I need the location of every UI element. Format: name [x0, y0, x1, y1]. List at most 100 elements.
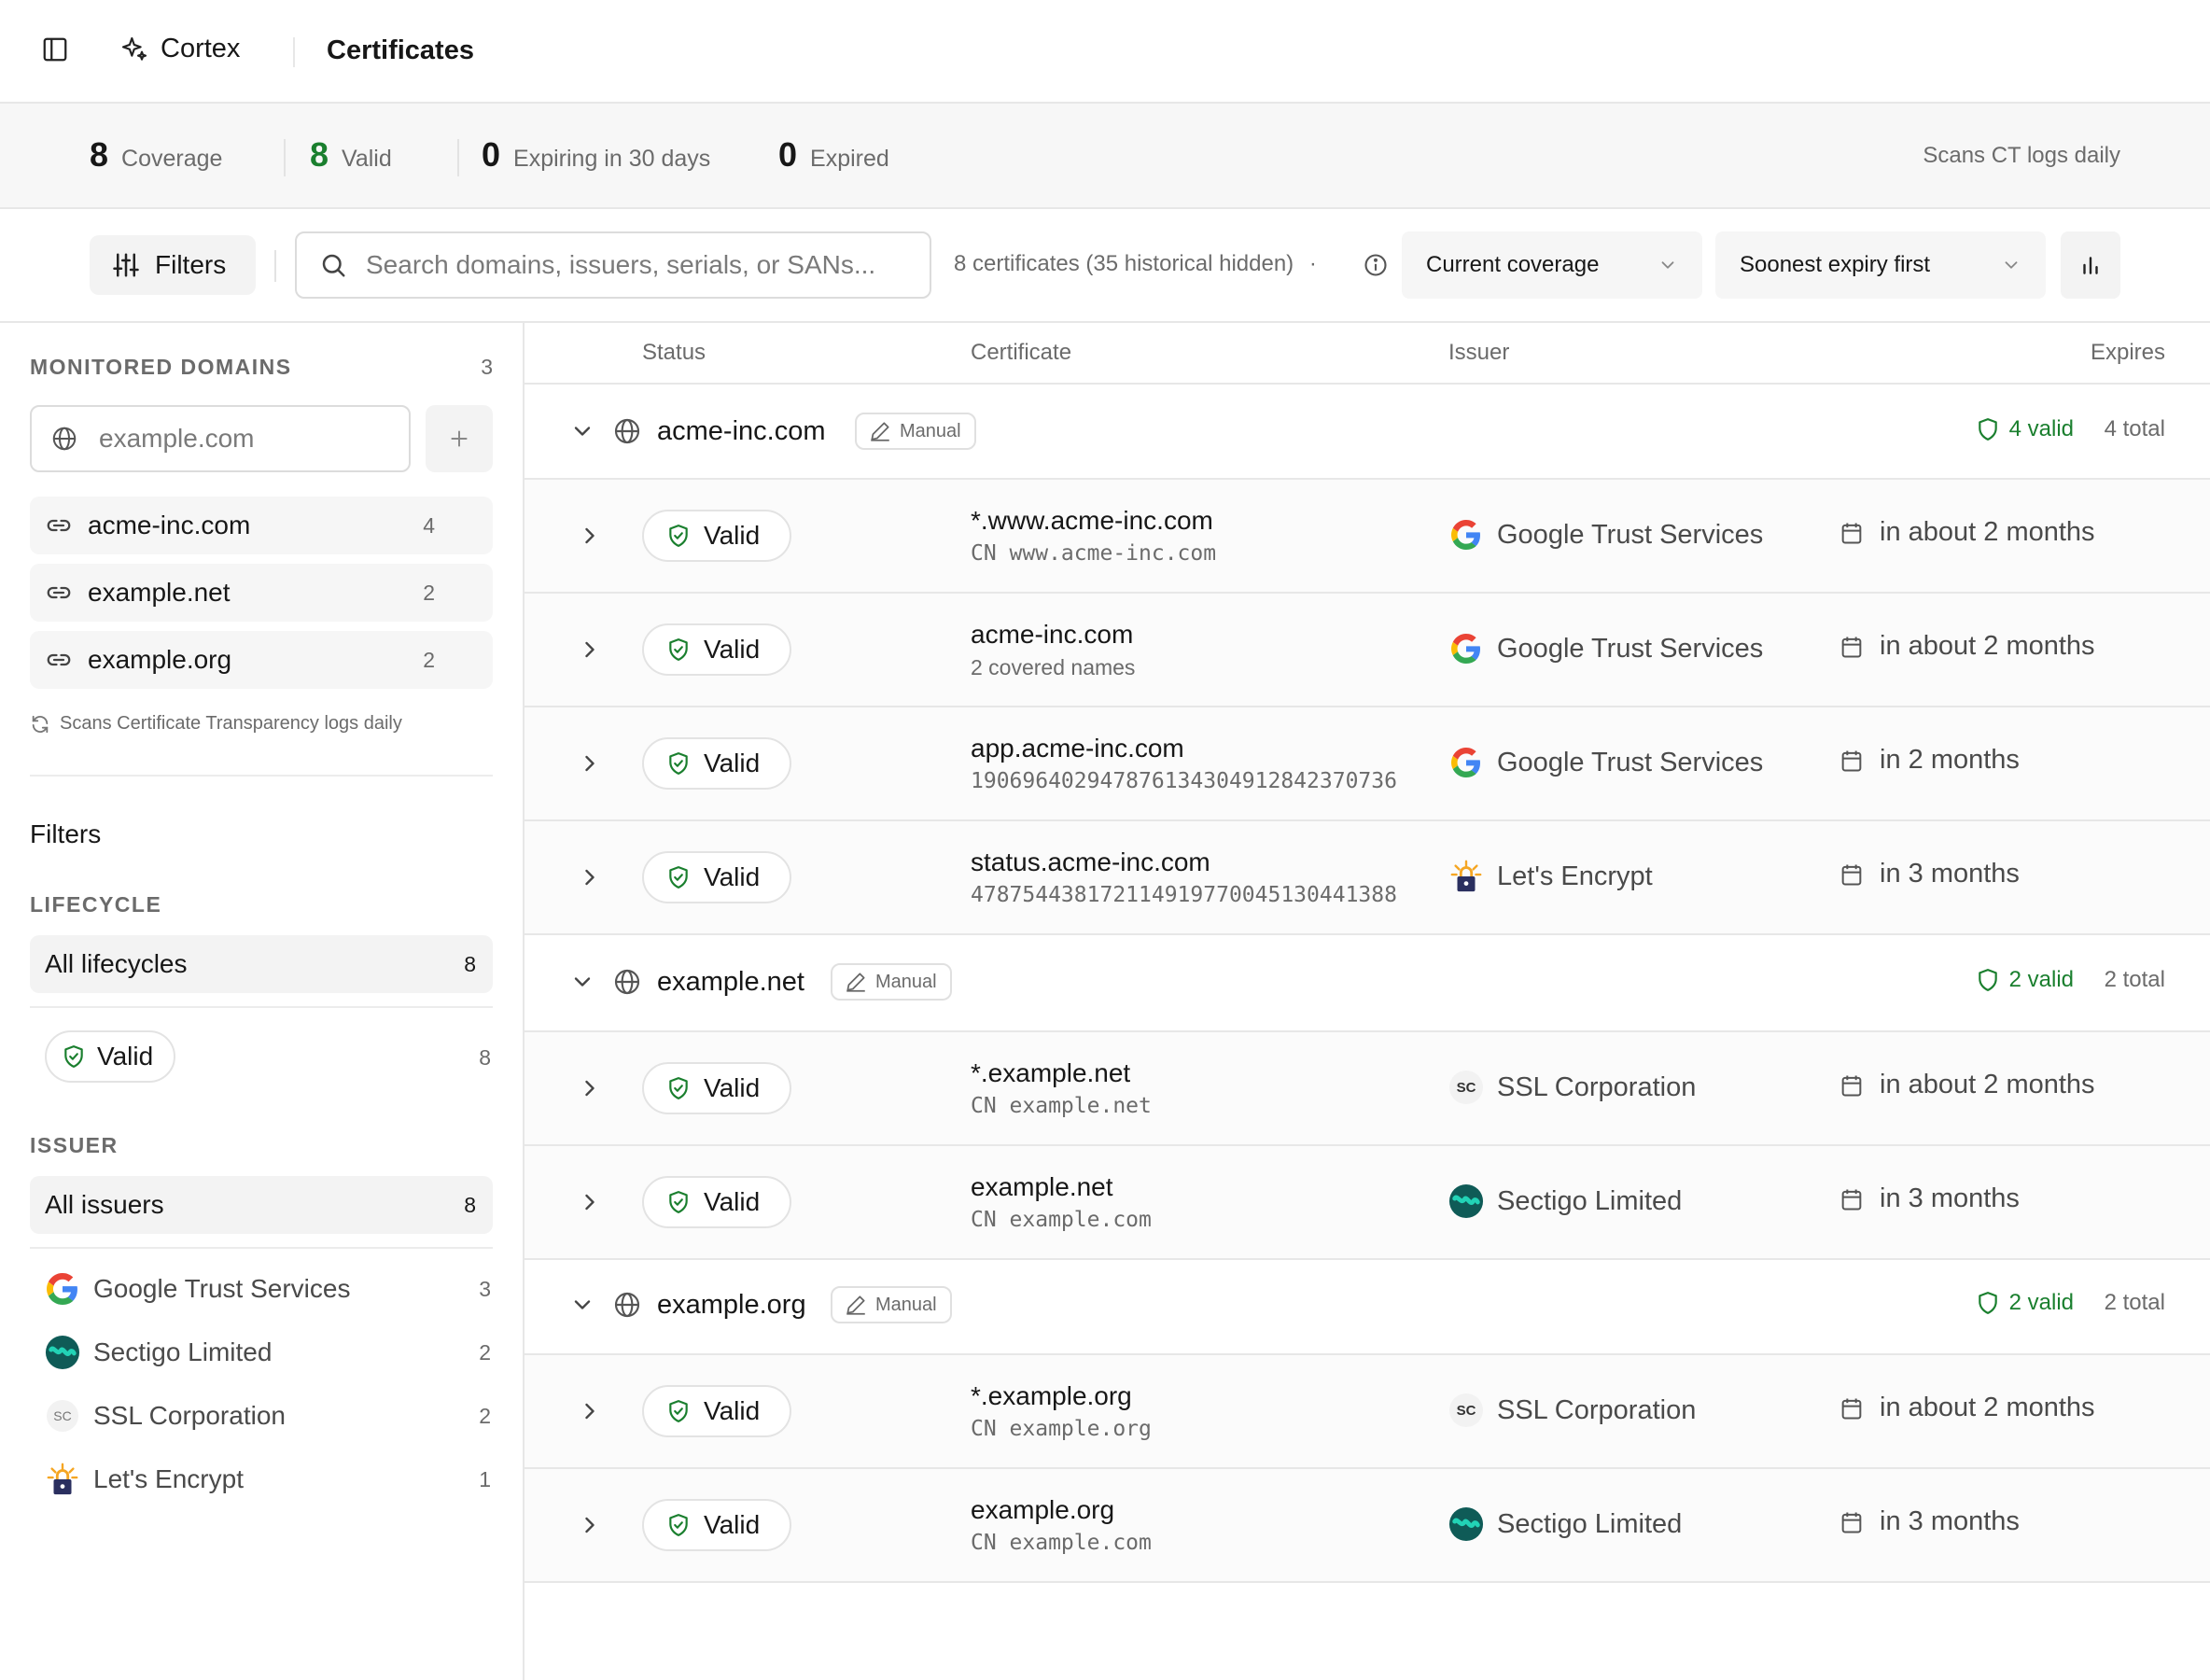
coverage-select[interactable]: Current coverage [1402, 231, 1702, 299]
expires-cell: in 3 months [1839, 1183, 2020, 1214]
globe-icon [612, 967, 642, 997]
filter-all-issuers[interactable]: All issuers 8 [30, 1176, 493, 1234]
info-icon[interactable] [1363, 252, 1389, 278]
chevron-right-icon[interactable] [577, 750, 603, 777]
pencil-icon [868, 419, 892, 443]
filter-count: 8 [464, 951, 476, 976]
lifecycle-heading: LIFECYCLE [30, 892, 162, 917]
domain-group-acme-inc[interactable]: acme-inc.com Manual 4 valid 4 total [525, 385, 2210, 480]
brand[interactable]: Cortex [119, 34, 240, 64]
domain-group-example-net[interactable]: example.net Manual 2 valid 2 total [525, 935, 2210, 1032]
table-row[interactable]: Valid *.www.acme-inc.com CN www.acme-inc… [525, 480, 2210, 594]
ssl-corporation-logo-icon: SC [45, 1398, 80, 1434]
globe-icon [612, 1290, 642, 1320]
domain-item-example-org[interactable]: example.org 2 [30, 631, 493, 689]
certificate-subtitle: 2 covered names [971, 655, 1136, 679]
chevron-down-icon[interactable] [569, 1292, 595, 1318]
chevron-right-icon[interactable] [577, 637, 603, 663]
chevron-right-icon[interactable] [577, 864, 603, 890]
domain-item-label: example.org [88, 645, 232, 674]
filter-label: Valid [97, 1042, 154, 1071]
chevron-right-icon[interactable] [577, 1075, 603, 1101]
manual-badge-label: Manual [900, 420, 961, 441]
column-header-issuer[interactable]: Issuer [1448, 340, 1509, 366]
filter-count: 3 [479, 1277, 491, 1301]
add-domain-button[interactable] [426, 405, 493, 472]
certificate-name: *.example.net [971, 1058, 1131, 1087]
ssl-corporation-logo-icon: SC [1448, 1393, 1484, 1428]
filter-label: All issuers [45, 1190, 164, 1219]
issuer-name: Google Trust Services [1497, 633, 1764, 664]
search-input[interactable] [366, 250, 907, 280]
filter-issuer-ssl-corporation[interactable]: SC SSL Corporation [45, 1398, 286, 1434]
filter-issuer-lets-encrypt[interactable]: Let's Encrypt [45, 1462, 244, 1497]
table-row[interactable]: Valid app.acme-inc.com 19069640294787613… [525, 707, 2210, 821]
certificate-count-text: 8 certificates (35 historical hidden) [954, 251, 1294, 276]
manual-badge-label: Manual [875, 971, 937, 992]
filter-count: 2 [479, 1340, 491, 1365]
filters-button[interactable]: Filters [90, 235, 256, 295]
lets-encrypt-logo-icon [45, 1462, 80, 1497]
domain-group-example-org[interactable]: example.org Manual 2 valid 2 total [525, 1260, 2210, 1355]
chevron-right-icon[interactable] [577, 1512, 603, 1538]
group-valid-label: 2 valid [2008, 1290, 2074, 1315]
table-row[interactable]: Valid status.acme-inc.com 47875443817211… [525, 821, 2210, 935]
column-header-status[interactable]: Status [642, 340, 706, 366]
table-row[interactable]: Valid example.org CN example.com Sectigo… [525, 1469, 2210, 1583]
status-badge: Valid [642, 623, 791, 676]
filter-all-lifecycles[interactable]: All lifecycles 8 [30, 935, 493, 993]
shield-icon [1976, 1291, 2000, 1315]
issuer-cell: Sectigo Limited [1448, 1506, 1682, 1542]
shield-check-icon [666, 1190, 691, 1214]
add-domain-field[interactable] [30, 405, 411, 472]
add-domain-input[interactable] [99, 424, 379, 454]
bar-chart-icon [2078, 253, 2103, 277]
certificate-count: 8 certificates (35 historical hidden) · [954, 251, 1317, 277]
google-logo-icon [1448, 631, 1484, 666]
issuer-heading: ISSUER [30, 1133, 119, 1157]
sort-select[interactable]: Soonest expiry first [1715, 231, 2046, 299]
column-header-expires[interactable]: Expires [2091, 340, 2165, 366]
expires-text: in 3 months [1880, 1506, 2020, 1536]
issuer-cell: Sectigo Limited [1448, 1183, 1682, 1219]
scan-frequency-note: Scans CT logs daily [1923, 143, 2120, 168]
group-valid-label: 2 valid [2008, 967, 2074, 992]
table-row[interactable]: Valid *.example.net CN example.net SC SS… [525, 1032, 2210, 1146]
filter-issuer-sectigo[interactable]: Sectigo Limited [45, 1335, 272, 1370]
sidebar-toggle-icon[interactable] [41, 35, 78, 69]
chevron-right-icon[interactable] [577, 1398, 603, 1424]
chevron-down-icon[interactable] [569, 418, 595, 444]
issuer-cell: SC SSL Corporation [1448, 1070, 1696, 1105]
expires-text: in 3 months [1880, 859, 2020, 889]
toolbar-divider [274, 250, 276, 282]
sectigo-logo-icon [1448, 1506, 1484, 1542]
expires-text: in about 2 months [1880, 631, 2095, 661]
filter-issuer-google[interactable]: Google Trust Services [45, 1271, 350, 1307]
status-label: Valid [704, 521, 761, 550]
filter-lifecycle-valid[interactable]: Valid [45, 1030, 176, 1083]
domain-item-acme-inc[interactable]: acme-inc.com 4 [30, 497, 493, 554]
filter-label: Google Trust Services [93, 1274, 351, 1303]
issuer-cell: Google Trust Services [1448, 745, 1763, 780]
table-row[interactable]: Valid acme-inc.com 2 covered names Googl… [525, 594, 2210, 707]
table-row[interactable]: Valid *.example.org CN example.org SC SS… [525, 1355, 2210, 1469]
status-label: Valid [704, 862, 761, 891]
chevron-down-icon[interactable] [569, 969, 595, 995]
status-badge: Valid [642, 1062, 791, 1114]
filter-label: Sectigo Limited [93, 1337, 273, 1366]
chevron-right-icon[interactable] [577, 523, 603, 549]
search-box[interactable] [295, 231, 931, 299]
chart-toggle-button[interactable] [2061, 231, 2120, 299]
column-header-certificate[interactable]: Certificate [971, 340, 1071, 366]
stat-label: Valid [342, 146, 392, 172]
expires-text: in about 2 months [1880, 1070, 2095, 1099]
certificate-subtitle: CN example.com [971, 1208, 1152, 1232]
topbar-divider [293, 37, 295, 67]
table-row[interactable]: Valid example.net CN example.com Sectigo… [525, 1146, 2210, 1260]
status-badge: Valid [642, 737, 791, 790]
lets-encrypt-logo-icon [1448, 859, 1484, 894]
group-total-count: 4 total [2104, 416, 2165, 441]
chevron-right-icon[interactable] [577, 1189, 603, 1215]
domain-item-example-net[interactable]: example.net 2 [30, 564, 493, 622]
top-bar: Cortex Certificates [0, 0, 2210, 104]
